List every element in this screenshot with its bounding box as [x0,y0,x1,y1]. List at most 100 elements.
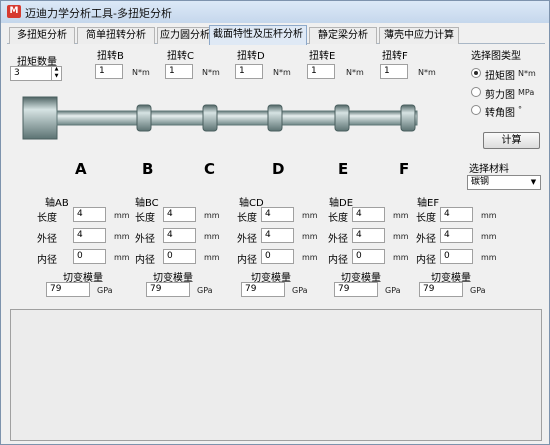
torque-e-unit: N*m [346,68,364,77]
torque-f-unit: N*m [418,68,436,77]
torque-f-label: 扭转F [382,51,408,62]
segment-de-inner-unit: mm [393,253,409,262]
segment-ef-length-input[interactable]: 4 [440,207,473,222]
segment-ab-length-unit: mm [114,211,130,220]
segment-cd-outer-input[interactable]: 4 [261,228,294,243]
segment-bc-length-unit: mm [204,211,220,220]
torque-b-unit: N*m [132,68,150,77]
segment-bc-inner-unit: mm [204,253,220,262]
rotation-diagram-unit: ° [518,105,522,114]
torque-e-input[interactable]: 1 [307,64,335,79]
segment-ef-modulus-input[interactable]: 79 [419,282,463,297]
tab-static-beam[interactable]: 静定梁分析 [309,27,377,44]
segment-ef-inner-input[interactable]: 0 [440,249,473,264]
segment-bc-length-input[interactable]: 4 [163,207,196,222]
torque-d-label: 扭转D [237,51,265,62]
torque-b-input[interactable]: 1 [95,64,123,79]
segment-de-inner-label: 内径 [328,255,348,266]
segment-bc-title: 轴BC [135,198,159,209]
tab-simple-torsion[interactable]: 简单扭转分析 [77,27,155,44]
torque-c-unit: N*m [202,68,220,77]
point-c-label: C [204,160,216,178]
tab-stress-circle[interactable]: 应力圆分析 [157,27,213,44]
tab-bar: 多扭矩分析 简单扭转分析 应力圆分析 截面特性及压杆分析 静定梁分析 薄壳中应力… [7,25,545,45]
torque-b-label: 扭转B [97,51,124,62]
segment-cd-modulus-input[interactable]: 79 [241,282,285,297]
diagram-type-label: 选择图类型 [471,51,521,62]
segment-cd-outer-label: 外径 [237,234,257,245]
segment-bc-outer-input[interactable]: 4 [163,228,196,243]
segment-ab-inner-input[interactable]: 0 [73,249,106,264]
output-panel[interactable] [10,309,542,441]
segment-ab-outer-input[interactable]: 4 [73,228,106,243]
point-f-label: F [399,160,410,178]
segment-ab-outer-unit: mm [114,232,130,241]
segment-de-outer-input[interactable]: 4 [352,228,385,243]
segment-de-length-unit: mm [393,211,409,220]
point-a-label: A [75,160,87,178]
segment-cd-length-input[interactable]: 4 [261,207,294,222]
torque-diagram-label: 扭矩图 [485,71,515,82]
segment-ab-modulus-unit: GPa [97,286,113,295]
torque-e-label: 扭转E [309,51,336,62]
shaft-fixed-end [22,96,58,140]
segment-ef-outer-unit: mm [481,232,497,241]
segment-bc-modulus-input[interactable]: 79 [146,282,190,297]
segment-ab-modulus-input[interactable]: 79 [46,282,90,297]
chevron-down-icon[interactable]: ▼ [527,176,540,189]
segment-de-modulus-input[interactable]: 79 [334,282,378,297]
tab-section-properties[interactable]: 截面特性及压杆分析 [209,25,307,45]
collar-e [334,104,350,132]
radio-torque-diagram[interactable] [471,68,481,78]
segment-ef-inner-unit: mm [481,253,497,262]
spinner-arrows[interactable]: ▲ ▼ [51,66,61,81]
shear-diagram-unit: MPa [518,88,535,97]
segment-ab-inner-label: 内径 [37,255,57,266]
collar-b [136,104,152,132]
calculate-button[interactable]: 计算 [483,132,540,149]
segment-de-length-input[interactable]: 4 [352,207,385,222]
segment-ab-length-input[interactable]: 4 [73,207,106,222]
shaft-diagram [22,96,418,140]
torque-f-input[interactable]: 1 [380,64,408,79]
segment-ef-outer-label: 外径 [416,234,436,245]
tab-multi-torque[interactable]: 多扭矩分析 [9,27,75,44]
segment-bc-modulus-unit: GPa [197,286,213,295]
segment-ef-length-label: 长度 [416,213,436,224]
app-window: M 迈迪力学分析工具-多扭矩分析 多扭矩分析 简单扭转分析 应力圆分析 截面特性… [0,0,550,445]
material-label: 选择材料 [469,164,509,175]
segment-ab-title: 轴AB [45,198,69,209]
radio-rotation-diagram[interactable] [471,105,481,115]
segment-bc-outer-unit: mm [204,232,220,241]
torque-c-input[interactable]: 1 [165,64,193,79]
segment-cd-inner-label: 内径 [237,255,257,266]
material-select[interactable]: 碳钢 ▼ [467,175,541,190]
segment-de-inner-input[interactable]: 0 [352,249,385,264]
segment-ab-length-label: 长度 [37,213,57,224]
segment-cd-length-label: 长度 [237,213,257,224]
segment-ef-inner-label: 内径 [416,255,436,266]
segment-cd-inner-input[interactable]: 0 [261,249,294,264]
segment-ef-modulus-unit: GPa [470,286,486,295]
segment-ef-outer-input[interactable]: 4 [440,228,473,243]
shear-diagram-label: 剪力图 [485,90,515,101]
window-title: 迈迪力学分析工具-多扭矩分析 [25,7,172,20]
segment-ab-outer-label: 外径 [37,234,57,245]
shaft-body [56,110,418,126]
tab-thin-shell[interactable]: 薄壳中应力计算 [379,27,459,44]
segment-de-title: 轴DE [329,198,354,209]
radio-shear-diagram[interactable] [471,87,481,97]
collar-c [202,104,218,132]
app-logo-icon: M [7,5,21,18]
torque-diagram-unit: N*m [518,69,536,78]
torque-c-label: 扭转C [167,51,194,62]
point-e-label: E [338,160,349,178]
segment-cd-title: 轴CD [239,198,264,209]
title-bar: M 迈迪力学分析工具-多扭矩分析 [1,1,549,23]
segment-ef-length-unit: mm [481,211,497,220]
segment-cd-inner-unit: mm [302,253,318,262]
collar-d [267,104,283,132]
segment-bc-inner-input[interactable]: 0 [163,249,196,264]
segment-cd-length-unit: mm [302,211,318,220]
torque-d-input[interactable]: 1 [235,64,263,79]
